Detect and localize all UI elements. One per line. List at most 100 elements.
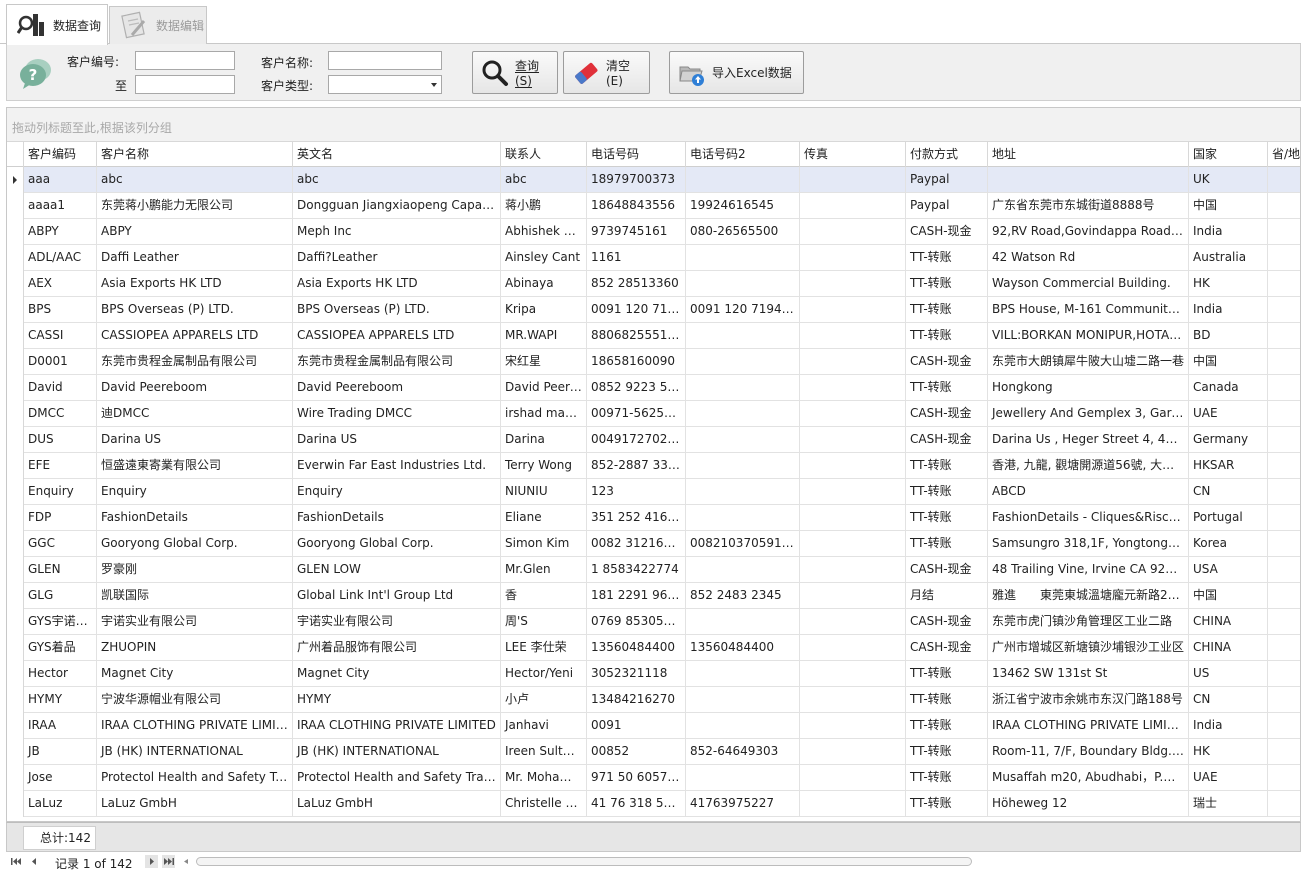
row-indicator[interactable] <box>7 739 24 765</box>
cell-country[interactable]: HK <box>1189 271 1268 297</box>
cell-english-name[interactable]: David Peereboom <box>293 375 501 401</box>
cell-english-name[interactable]: Dongguan Jiangxiaopeng Capacity Unlimite… <box>293 193 501 219</box>
cell-phone[interactable]: 880682555166 <box>587 323 686 349</box>
cell-payment[interactable]: TT-转账 <box>906 297 988 323</box>
cell-name[interactable]: JB (HK) INTERNATIONAL <box>97 739 293 765</box>
customer-code-from-input[interactable] <box>135 51 235 70</box>
cell-contact[interactable]: Mr.Glen <box>501 557 587 583</box>
cell-province[interactable] <box>1268 167 1300 193</box>
header-code[interactable]: 客户编码 <box>24 142 97 167</box>
cell-province[interactable] <box>1268 219 1300 245</box>
last-record-icon[interactable] <box>162 855 175 868</box>
cell-country[interactable]: Germany <box>1189 427 1268 453</box>
cell-payment[interactable]: TT-转账 <box>906 661 988 687</box>
cell-english-name[interactable]: 广州着品服饰有限公司 <box>293 635 501 661</box>
cell-phone[interactable]: 0091 120 7194000 <box>587 297 686 323</box>
cell-fax[interactable] <box>800 791 906 817</box>
cell-province[interactable] <box>1268 791 1300 817</box>
cell-phone[interactable]: 0091 <box>587 713 686 739</box>
cell-payment[interactable]: CASH-现金 <box>906 401 988 427</box>
cell-english-name[interactable]: Enquiry <box>293 479 501 505</box>
cell-english-name[interactable]: Protectol Health and Safety Trading <box>293 765 501 791</box>
cell-payment[interactable]: Paypal <box>906 167 988 193</box>
header-country[interactable]: 国家 <box>1189 142 1268 167</box>
cell-phone2[interactable]: 852-64649303 <box>686 739 800 765</box>
cell-phone2[interactable] <box>686 687 800 713</box>
cell-payment[interactable]: TT-转账 <box>906 765 988 791</box>
cell-province[interactable] <box>1268 401 1300 427</box>
cell-fax[interactable] <box>800 193 906 219</box>
table-row[interactable]: HYMY 宁波华源帽业有限公司 HYMY 小卢 13484216270 TT-转账 浙江省宁… <box>7 687 1300 713</box>
cell-contact[interactable]: 周'S <box>501 609 587 635</box>
cell-contact[interactable]: Janhavi <box>501 713 587 739</box>
cell-country[interactable]: UAE <box>1189 765 1268 791</box>
cell-province[interactable] <box>1268 245 1300 271</box>
cell-code[interactable]: GYS着品 <box>24 635 97 661</box>
cell-fax[interactable] <box>800 557 906 583</box>
row-indicator[interactable] <box>7 583 24 609</box>
row-indicator[interactable] <box>7 557 24 583</box>
header-phone2[interactable]: 电话号码2 <box>686 142 800 167</box>
cell-payment[interactable]: TT-转账 <box>906 453 988 479</box>
previous-record-icon[interactable] <box>28 855 41 868</box>
cell-phone2[interactable]: 0091 120 7194000 <box>686 297 800 323</box>
cell-fax[interactable] <box>800 635 906 661</box>
cell-payment[interactable]: TT-转账 <box>906 713 988 739</box>
cell-phone2[interactable] <box>686 271 800 297</box>
cell-phone2[interactable] <box>686 765 800 791</box>
table-row[interactable]: JB JB (HK) INTERNATIONAL JB (HK) INTERNATI… <box>7 739 1300 765</box>
cell-address[interactable]: 13462 SW 131st St <box>988 661 1189 687</box>
row-indicator[interactable] <box>7 297 24 323</box>
cell-phone2[interactable] <box>686 557 800 583</box>
cell-phone2[interactable]: 41763975227 <box>686 791 800 817</box>
cell-province[interactable] <box>1268 765 1300 791</box>
cell-fax[interactable] <box>800 661 906 687</box>
header-name[interactable]: 客户名称 <box>97 142 293 167</box>
cell-phone2[interactable] <box>686 375 800 401</box>
cell-province[interactable] <box>1268 323 1300 349</box>
cell-country[interactable]: India <box>1189 219 1268 245</box>
cell-payment[interactable]: TT-转账 <box>906 687 988 713</box>
cell-country[interactable]: UAE <box>1189 401 1268 427</box>
cell-contact[interactable]: Hector/Yeni <box>501 661 587 687</box>
cell-payment[interactable]: CASH-现金 <box>906 349 988 375</box>
row-indicator[interactable] <box>7 271 24 297</box>
row-indicator[interactable] <box>7 193 24 219</box>
cell-province[interactable] <box>1268 635 1300 661</box>
cell-name[interactable]: Protectol Health and Safety Trading <box>97 765 293 791</box>
row-indicator[interactable] <box>7 323 24 349</box>
cell-contact[interactable]: 宋红星 <box>501 349 587 375</box>
cell-code[interactable]: GLEN <box>24 557 97 583</box>
cell-code[interactable]: DMCC <box>24 401 97 427</box>
cell-address[interactable]: Musaffah m20, Abudhabi，P.O. Box 1234 <box>988 765 1189 791</box>
cell-code[interactable]: DUS <box>24 427 97 453</box>
cell-province[interactable] <box>1268 193 1300 219</box>
cell-address[interactable] <box>988 167 1189 193</box>
cell-english-name[interactable]: Meph Inc <box>293 219 501 245</box>
cell-address[interactable]: VILL:BORKAN MONIPUR,HOTAPARA <box>988 323 1189 349</box>
cell-contact[interactable]: abc <box>501 167 587 193</box>
cell-contact[interactable]: 小卢 <box>501 687 587 713</box>
table-row[interactable]: DUSDarina USDarina USDarina0049172702000… <box>7 427 1300 453</box>
cell-name[interactable]: Daffi Leather <box>97 245 293 271</box>
table-row[interactable]: DMCC 迪DMCC Wire Trading DMCC irshad mannan 0… <box>7 401 1300 427</box>
cell-contact[interactable]: Abinaya <box>501 271 587 297</box>
cell-country[interactable]: 瑞士 <box>1189 791 1268 817</box>
cell-english-name[interactable]: Everwin Far East Industries Ltd. <box>293 453 501 479</box>
cell-phone2[interactable]: 852 2483 2345 <box>686 583 800 609</box>
cell-fax[interactable] <box>800 479 906 505</box>
horizontal-scrollbar[interactable] <box>196 857 972 866</box>
cell-province[interactable] <box>1268 531 1300 557</box>
cell-contact[interactable]: irshad mannan <box>501 401 587 427</box>
cell-phone[interactable]: 41 76 318 50 00 <box>587 791 686 817</box>
cell-english-name[interactable]: Darina US <box>293 427 501 453</box>
row-indicator[interactable] <box>7 765 24 791</box>
cell-contact[interactable]: Christelle Schmidt <box>501 791 587 817</box>
cell-country[interactable]: HKSAR <box>1189 453 1268 479</box>
cell-code[interactable]: aaaa1 <box>24 193 97 219</box>
row-indicator[interactable] <box>7 219 24 245</box>
cell-contact[interactable]: Simon Kim <box>501 531 587 557</box>
cell-address[interactable]: 雅進 東莞東城溫塘龐元新路23號 <box>988 583 1189 609</box>
cell-payment[interactable]: TT-转账 <box>906 505 988 531</box>
cell-country[interactable]: 中国 <box>1189 349 1268 375</box>
